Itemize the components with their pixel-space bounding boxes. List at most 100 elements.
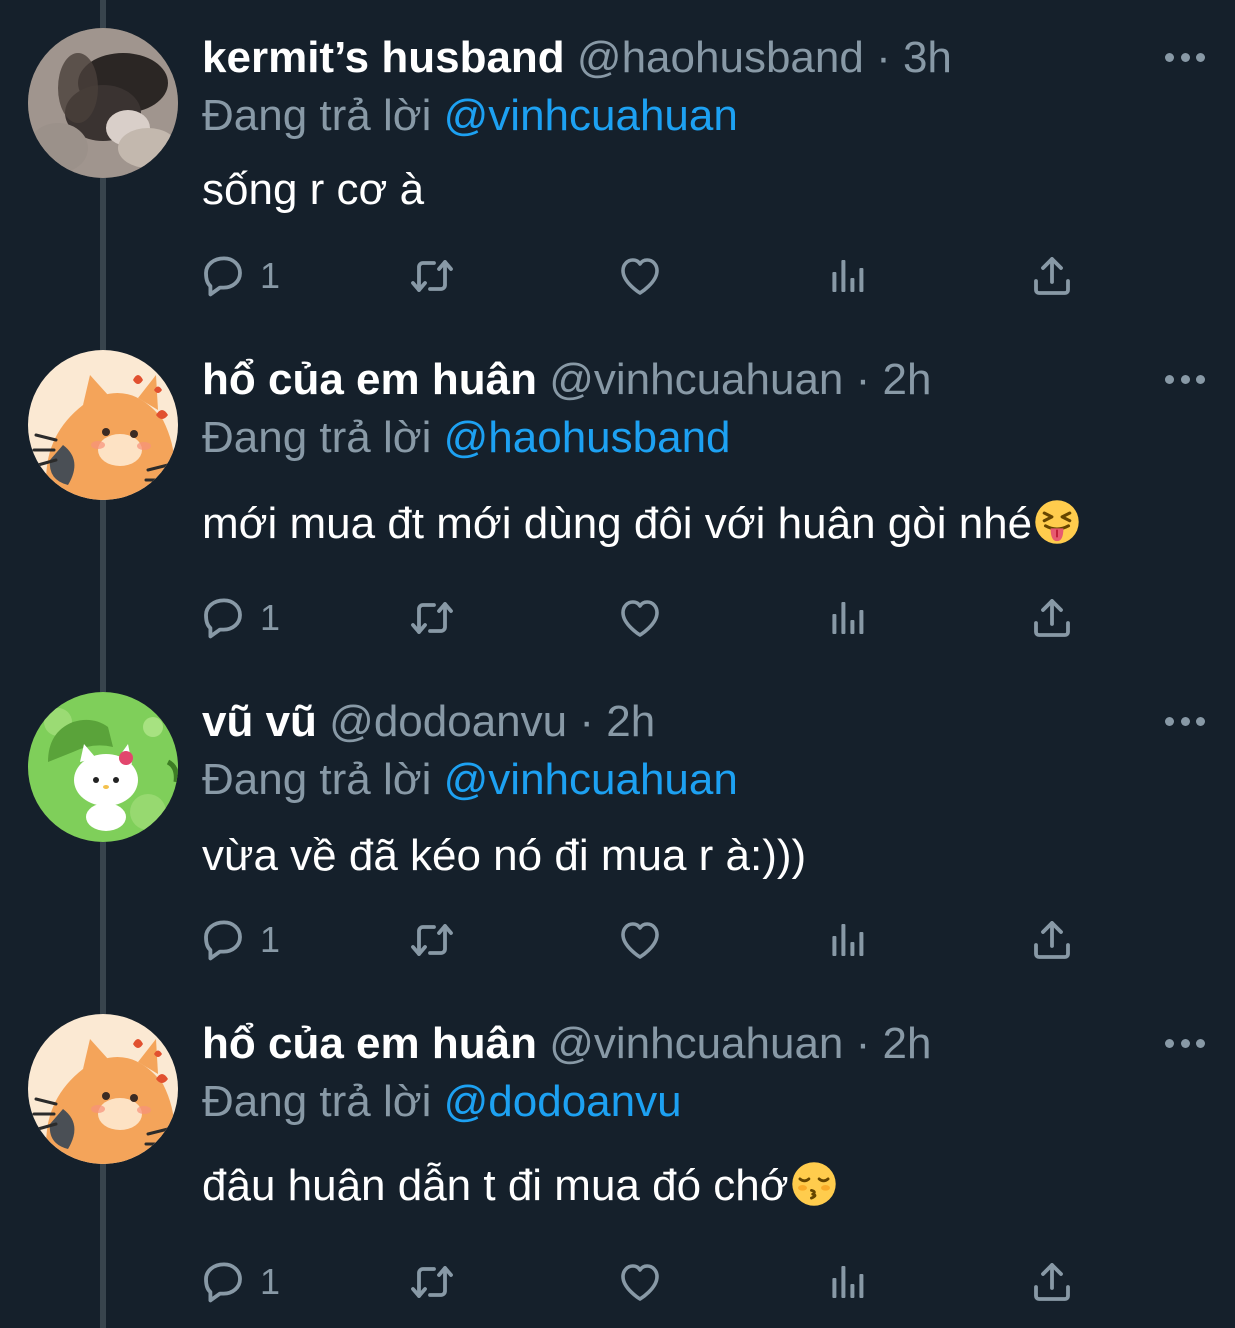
- separator-dot: ·: [855, 1019, 871, 1068]
- separator-dot: ·: [876, 33, 891, 82]
- timestamp[interactable]: 2h: [606, 697, 655, 746]
- analytics-icon: [832, 602, 864, 634]
- tweet-actions: 1: [200, 914, 1080, 966]
- tweet-text: sống r cơ à: [202, 160, 424, 220]
- avatar[interactable]: [28, 1014, 178, 1164]
- reply-icon: [204, 920, 242, 961]
- avatar[interactable]: [28, 692, 178, 842]
- more-options-icon[interactable]: [1165, 708, 1205, 734]
- reply-icon: [204, 256, 242, 297]
- heart-icon: [621, 922, 659, 959]
- reply-button[interactable]: 1: [200, 1256, 280, 1308]
- retweet-icon: [411, 260, 453, 292]
- user-handle[interactable]: @haohusband: [577, 33, 864, 82]
- replying-to-line: Đang trả lời @haohusband: [202, 408, 731, 468]
- separator-dot: ·: [855, 355, 871, 404]
- reply-count: 1: [260, 1261, 281, 1302]
- avatar-blurry-photo-icon: [28, 28, 178, 178]
- user-handle[interactable]: @vinhcuahuan: [549, 355, 843, 404]
- tweet-text-content: đâu huân dẫn t đi mua đó chớ: [202, 1161, 789, 1210]
- retweet-button[interactable]: [408, 250, 456, 302]
- tweet-item[interactable]: hổ của em huân @vinhcuahuan · 2h Đang tr…: [0, 322, 1235, 644]
- heart-icon: [621, 600, 659, 637]
- analytics-button[interactable]: [824, 592, 872, 644]
- tweet-text-content: mới mua đt mới dùng đôi với huân gòi nhé: [202, 499, 1033, 548]
- more-options-icon[interactable]: [1165, 1030, 1205, 1056]
- avatar[interactable]: [28, 28, 178, 178]
- retweet-button[interactable]: [408, 592, 456, 644]
- reply-button[interactable]: 1: [200, 250, 280, 302]
- reply-count: 1: [260, 919, 281, 960]
- squinting-face-with-tongue-icon: [1035, 500, 1079, 545]
- reply-count: 1: [260, 255, 281, 296]
- display-name[interactable]: kermit’s husband: [202, 33, 565, 82]
- display-name[interactable]: hổ của em huân: [202, 1019, 537, 1068]
- replying-to-link[interactable]: @haohusband: [444, 413, 731, 462]
- timestamp[interactable]: 3h: [903, 33, 952, 82]
- tweet-item[interactable]: vũ vũ @dodoanvu · 2h Đang trả lời @vinhc…: [0, 664, 1235, 986]
- avatar-green-kitty-icon: [28, 692, 178, 842]
- retweet-button[interactable]: [408, 1256, 456, 1308]
- replying-to-label: Đang trả lời: [202, 755, 432, 804]
- analytics-button[interactable]: [824, 250, 872, 302]
- share-button[interactable]: [1028, 250, 1076, 302]
- like-button[interactable]: [616, 1256, 664, 1308]
- share-button[interactable]: [1028, 592, 1076, 644]
- reply-button[interactable]: 1: [200, 592, 280, 644]
- like-button[interactable]: [616, 250, 664, 302]
- replying-to-line: Đang trả lời @vinhcuahuan: [202, 750, 738, 810]
- replying-to-label: Đang trả lời: [202, 413, 432, 462]
- analytics-icon: [832, 924, 864, 956]
- timestamp[interactable]: 2h: [883, 1019, 932, 1068]
- avatar-orange-cat-icon: [28, 350, 178, 500]
- avatar-orange-cat-icon: [28, 1014, 178, 1164]
- separator-dot: ·: [579, 697, 595, 746]
- replying-to-label: Đang trả lời: [202, 91, 432, 140]
- share-button[interactable]: [1028, 914, 1076, 966]
- retweet-icon: [411, 602, 453, 634]
- timestamp[interactable]: 2h: [883, 355, 932, 404]
- heart-icon: [621, 258, 659, 295]
- share-icon: [1034, 257, 1070, 295]
- tweet-text-content: sống r cơ à: [202, 165, 425, 214]
- tweet-actions: 1: [200, 1256, 1080, 1308]
- tweet-header: hổ của em huân @vinhcuahuan · 2h: [202, 1014, 931, 1074]
- share-icon: [1034, 1263, 1070, 1301]
- share-icon: [1034, 921, 1070, 959]
- tweet-text: mới mua đt mới dùng đôi với huân gòi nhé: [202, 494, 1080, 554]
- more-options-icon[interactable]: [1165, 366, 1205, 392]
- reply-button[interactable]: 1: [200, 914, 280, 966]
- reply-icon: [204, 1262, 242, 1303]
- display-name[interactable]: hổ của em huân: [202, 355, 537, 404]
- replying-to-link[interactable]: @vinhcuahuan: [444, 91, 738, 140]
- tweet-header: kermit’s husband @haohusband · 3h: [202, 28, 952, 88]
- replying-to-link[interactable]: @dodoanvu: [444, 1077, 682, 1126]
- like-button[interactable]: [616, 592, 664, 644]
- analytics-icon: [832, 260, 864, 292]
- share-icon: [1034, 599, 1070, 637]
- tweet-item[interactable]: kermit’s husband @haohusband · 3h Đang t…: [0, 0, 1235, 322]
- tweet-actions: 1: [200, 250, 1080, 302]
- analytics-icon: [832, 1266, 864, 1298]
- display-name[interactable]: vũ vũ: [202, 697, 317, 746]
- more-options-icon[interactable]: [1165, 44, 1205, 70]
- retweet-button[interactable]: [408, 914, 456, 966]
- tweet-text: đâu huân dẫn t đi mua đó chớ: [202, 1156, 837, 1216]
- analytics-button[interactable]: [824, 1256, 872, 1308]
- kissing-face-with-closed-eyes-icon: [791, 1162, 836, 1207]
- avatar[interactable]: [28, 350, 178, 500]
- like-button[interactable]: [616, 914, 664, 966]
- replying-to-label: Đang trả lời: [202, 1077, 432, 1126]
- replying-to-line: Đang trả lời @dodoanvu: [202, 1072, 682, 1132]
- reply-icon: [204, 598, 242, 639]
- heart-icon: [621, 1264, 659, 1301]
- tweet-item[interactable]: hổ của em huân @vinhcuahuan · 2h Đang tr…: [0, 986, 1235, 1308]
- tweet-header: hổ của em huân @vinhcuahuan · 2h: [202, 350, 931, 410]
- tweet-text: vừa về đã kéo nó đi mua r à:))): [202, 826, 806, 886]
- analytics-button[interactable]: [824, 914, 872, 966]
- tweet-header: vũ vũ @dodoanvu · 2h: [202, 692, 655, 752]
- user-handle[interactable]: @vinhcuahuan: [549, 1019, 843, 1068]
- share-button[interactable]: [1028, 1256, 1076, 1308]
- replying-to-link[interactable]: @vinhcuahuan: [444, 755, 738, 804]
- user-handle[interactable]: @dodoanvu: [329, 697, 567, 746]
